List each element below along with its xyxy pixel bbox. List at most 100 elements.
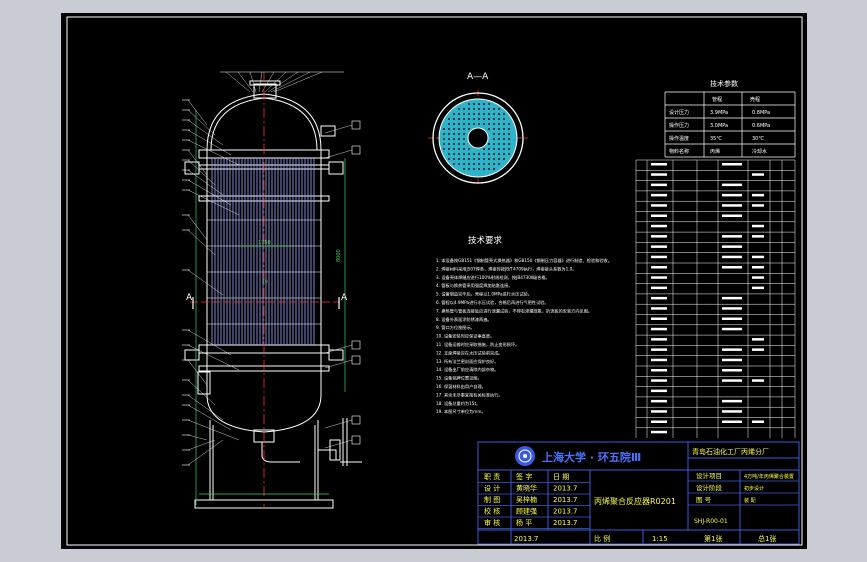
tech-req-line: 4. 管板与换热管采用强度焊加贴胀连接。 bbox=[436, 282, 513, 289]
params-tube-cell: 35℃ bbox=[710, 136, 722, 142]
tube-hole bbox=[453, 158, 455, 160]
tube-hole bbox=[468, 123, 470, 125]
tube-hole bbox=[488, 168, 490, 170]
parts-entry-mark bbox=[752, 235, 764, 238]
tube-hole bbox=[473, 168, 475, 170]
tube-hole bbox=[463, 123, 465, 125]
tube-hole bbox=[448, 123, 450, 125]
tech-params-title: 技术参数 bbox=[710, 79, 738, 88]
tube-hole bbox=[503, 143, 505, 145]
tube-hole bbox=[493, 163, 495, 165]
tube-hole bbox=[468, 148, 470, 150]
parts-entry-mark bbox=[651, 194, 667, 197]
tube-hole bbox=[503, 153, 505, 155]
title-date-cell: 2013.7 bbox=[553, 496, 578, 504]
tube-hole bbox=[508, 128, 510, 130]
tube-hole bbox=[473, 118, 475, 120]
parts-entry-mark bbox=[722, 307, 742, 310]
parts-entry-mark bbox=[651, 235, 667, 238]
parts-entry-mark bbox=[722, 215, 742, 218]
tube-hole bbox=[463, 168, 465, 170]
tube-hole bbox=[468, 128, 470, 130]
parts-entry-mark bbox=[722, 266, 742, 269]
tube-hole bbox=[508, 143, 510, 145]
tube-hole bbox=[508, 138, 510, 140]
parts-entry-mark bbox=[752, 287, 764, 290]
tube-hole bbox=[473, 153, 475, 155]
tube-hole bbox=[493, 118, 495, 120]
tube-hole bbox=[508, 133, 510, 135]
tube-hole bbox=[483, 108, 485, 110]
parts-entry-mark bbox=[651, 379, 667, 382]
tube-hole bbox=[463, 118, 465, 120]
tube-hole bbox=[463, 163, 465, 165]
tube-hole bbox=[483, 103, 485, 105]
params-label-cell: 物料名称 bbox=[669, 148, 689, 155]
parts-entry-mark bbox=[651, 431, 667, 434]
tube-hole bbox=[493, 153, 495, 155]
tube-hole bbox=[478, 103, 480, 105]
factory-name: 青岛石油化工厂丙烯分厂 bbox=[692, 447, 769, 456]
tech-req-line: 2. 焊接材料采用J507焊条，焊接时按JB/T4709执行，焊接接头系数为1.… bbox=[436, 265, 576, 272]
tube-hole bbox=[503, 123, 505, 125]
tech-req-line: 5. 设备制造完毕后，壳程以1.0MPa进行水压试验。 bbox=[436, 291, 532, 298]
tube-hole bbox=[448, 148, 450, 150]
scale-label: 比 例 bbox=[594, 534, 610, 543]
tech-req-line: 9. 管口方位按图示。 bbox=[436, 324, 475, 331]
tube-hole bbox=[468, 158, 470, 160]
sheet-number: 第1张 bbox=[704, 534, 722, 543]
tube-hole bbox=[498, 163, 500, 165]
tube-hole bbox=[478, 118, 480, 120]
title-date-cell: 2013.7 bbox=[553, 508, 578, 516]
tech-req-line: 13. 所有法兰密封面应保护良好。 bbox=[436, 358, 498, 365]
tech-req-line: 8. 设备外表面涂防锈漆两遍。 bbox=[436, 316, 492, 323]
tube-hole bbox=[453, 123, 455, 125]
tube-hole bbox=[493, 123, 495, 125]
tube-hole bbox=[478, 163, 480, 165]
parts-entry-mark bbox=[752, 421, 764, 424]
parts-entry-mark bbox=[651, 204, 667, 207]
parts-entry-mark bbox=[752, 204, 764, 207]
tube-hole bbox=[468, 108, 470, 110]
tube-hole bbox=[488, 163, 490, 165]
tube-hole bbox=[453, 118, 455, 120]
tube-hole bbox=[483, 123, 485, 125]
tube-hole bbox=[473, 163, 475, 165]
parts-entry-mark bbox=[752, 348, 764, 351]
parts-entry-mark bbox=[651, 215, 667, 218]
params-tube-cell: 丙烯 bbox=[710, 148, 720, 155]
tube-hole bbox=[443, 133, 445, 135]
tube-hole bbox=[483, 163, 485, 165]
parts-entry-mark bbox=[651, 400, 667, 403]
params-tube-cell: 3.0MPa bbox=[710, 123, 728, 129]
tube-hole bbox=[463, 133, 465, 135]
parts-entry-mark bbox=[651, 390, 667, 393]
title-date-cell: 2013.7 bbox=[553, 485, 578, 493]
params-label-cell: 设计压力 bbox=[669, 109, 689, 116]
tech-req-line: 10. 设备安装时应保证垂直度。 bbox=[436, 333, 494, 340]
tube-hole bbox=[443, 148, 445, 150]
tube-hole bbox=[483, 168, 485, 170]
parts-entry-mark bbox=[722, 348, 742, 351]
parts-entry-mark bbox=[752, 173, 764, 176]
tube-hole bbox=[478, 108, 480, 110]
parts-entry-mark bbox=[722, 184, 742, 187]
tech-req-line: 19. 本图尺寸单位为mm。 bbox=[436, 408, 486, 415]
tech-req-line: 7. 换热管与管板连接处应进行泄漏试验，不得有渗漏现象，折流板的安装方向见图。 bbox=[436, 307, 592, 314]
tube-hole bbox=[488, 148, 490, 150]
tube-hole bbox=[453, 143, 455, 145]
parts-entry-mark bbox=[651, 225, 667, 228]
parts-entry-mark bbox=[722, 235, 742, 238]
tube-hole bbox=[498, 113, 500, 115]
cad-drawing: 8000 1750 40 A A A—A 技术要求 1. 本设备按GB151《钢… bbox=[0, 0, 867, 562]
tube-hole bbox=[483, 153, 485, 155]
drawing-number: SHJ-R00-01 bbox=[694, 518, 728, 525]
tube-hole bbox=[473, 103, 475, 105]
title-right-key: 设计阶段 bbox=[696, 483, 723, 492]
tube-hole bbox=[503, 148, 505, 150]
tube-hole bbox=[463, 143, 465, 145]
tube-hole bbox=[448, 128, 450, 130]
parts-entry-mark bbox=[722, 204, 742, 207]
tube-hole bbox=[463, 138, 465, 140]
tech-req-line: 11. 设备运输时应采取措施，防止变形损坏。 bbox=[436, 341, 519, 348]
